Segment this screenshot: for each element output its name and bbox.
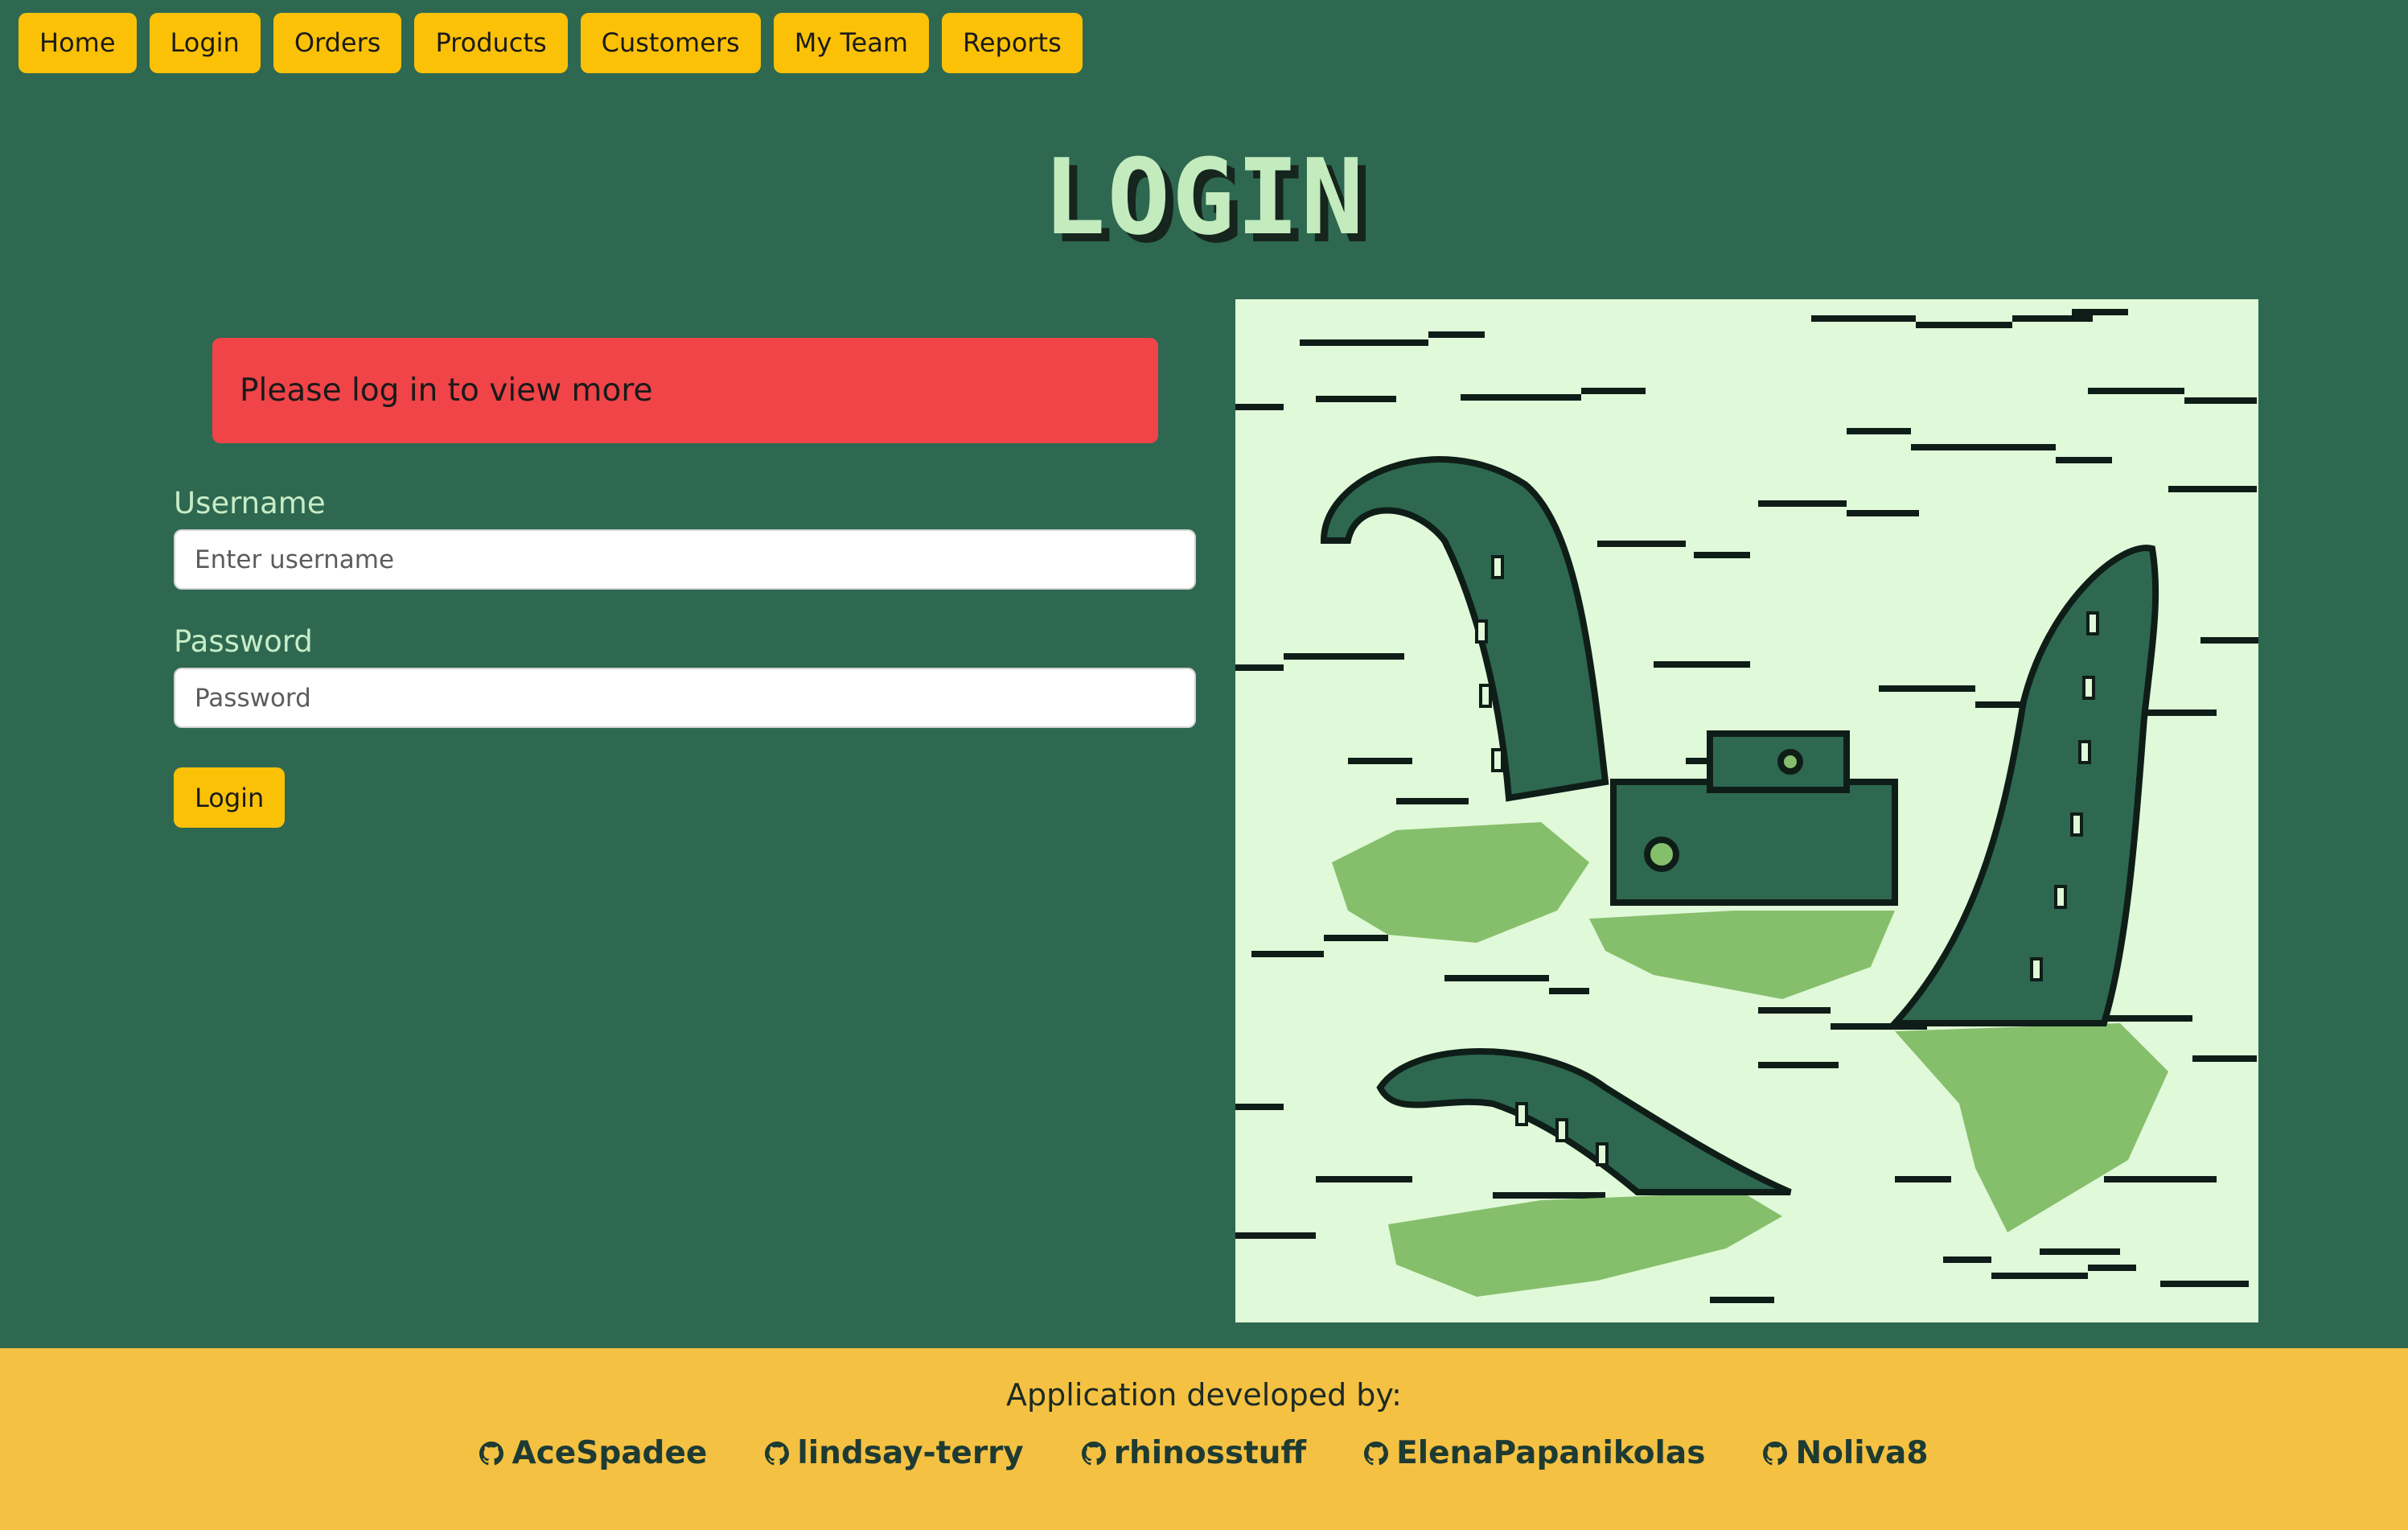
developer-link-noliva8[interactable]: Noliva8 xyxy=(1763,1435,1929,1471)
footer-title: Application developed by: xyxy=(1006,1377,1402,1413)
developer-name: ElenaPapanikolas xyxy=(1396,1435,1706,1471)
sunken-ship xyxy=(1610,730,1898,906)
nav-reports-button[interactable]: Reports xyxy=(942,13,1083,73)
username-label: Username xyxy=(174,486,326,520)
developer-link-elenapapanikolas[interactable]: ElenaPapanikolas xyxy=(1364,1435,1705,1471)
footer: Application developed by: AceSpadee lind… xyxy=(0,1348,2408,1530)
page-title: LOGIN xyxy=(1042,136,1366,258)
developer-link-acespadee[interactable]: AceSpadee xyxy=(479,1435,707,1471)
github-icon xyxy=(1081,1441,1106,1465)
tentacle-bottom xyxy=(1376,1048,1792,1195)
developer-link-lindsay-terry[interactable]: lindsay-terry xyxy=(765,1435,1024,1471)
login-required-alert: Please log in to view more xyxy=(212,338,1158,443)
kraken-pixel-art xyxy=(1235,309,2258,1303)
developer-name: Noliva8 xyxy=(1795,1435,1929,1471)
password-input[interactable] xyxy=(174,668,1196,728)
nav-home-button[interactable]: Home xyxy=(18,13,137,73)
password-label: Password xyxy=(174,624,313,659)
github-icon xyxy=(1763,1441,1788,1465)
developer-name: AceSpadee xyxy=(512,1435,708,1471)
nav-orders-button[interactable]: Orders xyxy=(273,13,402,73)
developer-credits: AceSpadee lindsay-terry rhinosstuff Elen… xyxy=(0,1435,2408,1471)
nav-customers-button[interactable]: Customers xyxy=(580,13,761,73)
developer-link-rhinosstuff[interactable]: rhinosstuff xyxy=(1081,1435,1307,1471)
tentacle-right xyxy=(1887,545,2159,1026)
nav-my-team-button[interactable]: My Team xyxy=(773,13,930,73)
kraken-illustration xyxy=(1235,299,2258,1322)
tentacle-left xyxy=(1320,456,1609,802)
nav-login-button[interactable]: Login xyxy=(149,13,261,73)
developer-name: rhinosstuff xyxy=(1113,1435,1307,1471)
login-submit-button[interactable]: Login xyxy=(174,767,286,828)
nav-products-button[interactable]: Products xyxy=(414,13,568,73)
github-icon xyxy=(765,1441,790,1465)
developer-name: lindsay-terry xyxy=(797,1435,1024,1471)
top-nav: Home Login Orders Products Customers My … xyxy=(18,13,1083,73)
username-input[interactable] xyxy=(174,529,1196,590)
github-icon xyxy=(1364,1441,1389,1465)
github-icon xyxy=(479,1441,504,1465)
